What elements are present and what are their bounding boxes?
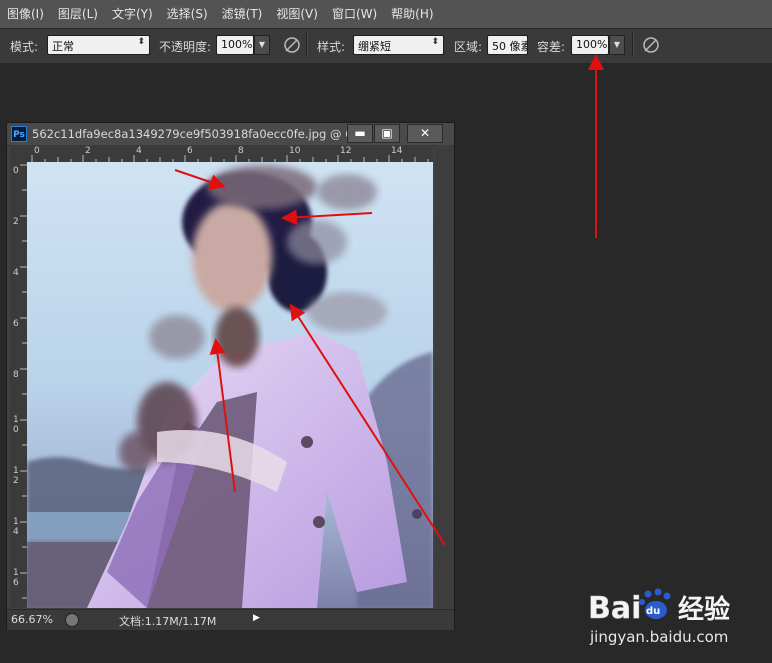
document-info[interactable]: 文档:1.17M/1.17M	[119, 613, 216, 629]
document-title-bar[interactable]: Ps 562c11dfa9ec8a1349279ce9f503918fa0ecc…	[7, 123, 454, 146]
ruler-tick-label: 8	[13, 370, 19, 380]
menu-select[interactable]: 选择(S)	[160, 0, 215, 28]
menu-view[interactable]: 视图(V)	[269, 0, 325, 28]
area-input[interactable]: 50 像素	[487, 35, 528, 55]
menu-image[interactable]: 图像(I)	[0, 0, 51, 28]
maximize-button[interactable]: ▣	[374, 124, 400, 143]
tolerance-input[interactable]: 100%	[571, 35, 609, 55]
style-value: 绷紧短	[358, 40, 391, 53]
menu-filter[interactable]: 滤镜(T)	[215, 0, 270, 28]
ruler-tick-label: 2	[13, 217, 19, 227]
vertical-scrollbar[interactable]	[435, 145, 454, 608]
ruler-tick-label: 4	[136, 146, 142, 156]
ruler-tick-label: 10	[289, 146, 301, 156]
status-bar: 66.67% 文档:1.17M/1.17M ▶	[7, 609, 454, 630]
image-canvas[interactable]	[27, 162, 433, 608]
ruler-tick-label: 12	[340, 146, 352, 156]
tolerance-label: 容差:	[537, 40, 566, 54]
svg-text:jingyan.baidu.com: jingyan.baidu.com	[589, 628, 728, 646]
separator	[306, 33, 307, 57]
document-title: 562c11dfa9ec8a1349279ce9f503918fa0ecc0fe…	[32, 127, 364, 141]
area-value: 50 像素	[492, 40, 528, 53]
menu-type[interactable]: 文字(Y)	[105, 0, 160, 28]
mode-value: 正常	[52, 40, 74, 53]
separator	[632, 33, 633, 57]
minimize-button[interactable]: ▬	[347, 124, 373, 143]
menu-layer[interactable]: 图层(L)	[51, 0, 105, 28]
ruler-tick-label: 1 4	[13, 517, 19, 537]
ruler-tick-label: 8	[238, 146, 244, 156]
style-dropdown[interactable]: 绷紧短 ⬍	[353, 35, 444, 55]
ruler-tick-label: 1 6	[13, 568, 19, 588]
ruler-tick-label: 4	[13, 268, 19, 278]
updown-arrow-icon: ⬍	[431, 37, 439, 47]
close-button[interactable]: ✕	[407, 124, 443, 143]
zoom-level[interactable]: 66.67%	[11, 613, 53, 626]
options-bar: 模式: 正常 ⬍ 不透明度: 100% ▼ 样式: 绷紧短 ⬍ 区域: 50 像…	[0, 28, 772, 64]
style-label: 样式:	[317, 40, 346, 54]
horizontal-ruler[interactable]: 0 2 4 6 8 10 12 14	[27, 145, 433, 162]
ps-logo-icon: Ps	[11, 126, 27, 142]
ruler-tick-label: 14	[391, 146, 403, 156]
tolerance-value: 100%	[576, 38, 608, 51]
vertical-ruler[interactable]: 0 2 4 6 8 1 0 1 2 1 4 1 6	[10, 162, 27, 608]
ruler-tick-label: 2	[85, 146, 91, 156]
ruler-tick-label: 1 2	[13, 466, 19, 486]
tolerance-dropdown-button[interactable]: ▼	[609, 35, 625, 55]
svg-text:Bai: Bai	[588, 591, 641, 626]
ruler-tick-label: 0	[34, 146, 40, 156]
ruler-tick-label: 0	[13, 166, 19, 176]
ruler-tick-label: 1 0	[13, 415, 19, 435]
menu-bar: 图像(I) 图层(L) 文字(Y) 选择(S) 滤镜(T) 视图(V) 窗口(W…	[0, 0, 772, 28]
ruler-corner[interactable]	[10, 145, 27, 162]
ruler-tick-label: 6	[13, 319, 19, 329]
svg-text:du: du	[646, 606, 660, 617]
brush-pressure-icon[interactable]	[282, 35, 302, 55]
document-window[interactable]: Ps 562c11dfa9ec8a1349279ce9f503918fa0ecc…	[6, 122, 455, 630]
opacity-input[interactable]: 100%	[216, 35, 254, 55]
opacity-dropdown-button[interactable]: ▼	[254, 35, 270, 55]
menu-window[interactable]: 窗口(W)	[325, 0, 384, 28]
menu-help[interactable]: 帮助(H)	[384, 0, 440, 28]
brush-pressure-icon-2[interactable]	[641, 35, 661, 55]
baidu-jingyan-watermark: Bai du 经验 jingyan.baidu.com	[582, 580, 752, 650]
mode-label: 模式:	[10, 40, 39, 54]
mode-dropdown[interactable]: 正常 ⬍	[47, 35, 150, 55]
opacity-value: 100%	[221, 38, 253, 51]
opacity-label: 不透明度:	[159, 40, 212, 54]
area-label: 区域:	[454, 40, 483, 54]
svg-text:经验: 经验	[678, 594, 730, 625]
status-arrow-icon[interactable]: ▶	[253, 613, 263, 626]
ruler-tick-label: 6	[187, 146, 193, 156]
status-icon[interactable]	[65, 613, 79, 627]
updown-arrow-icon: ⬍	[137, 37, 145, 47]
